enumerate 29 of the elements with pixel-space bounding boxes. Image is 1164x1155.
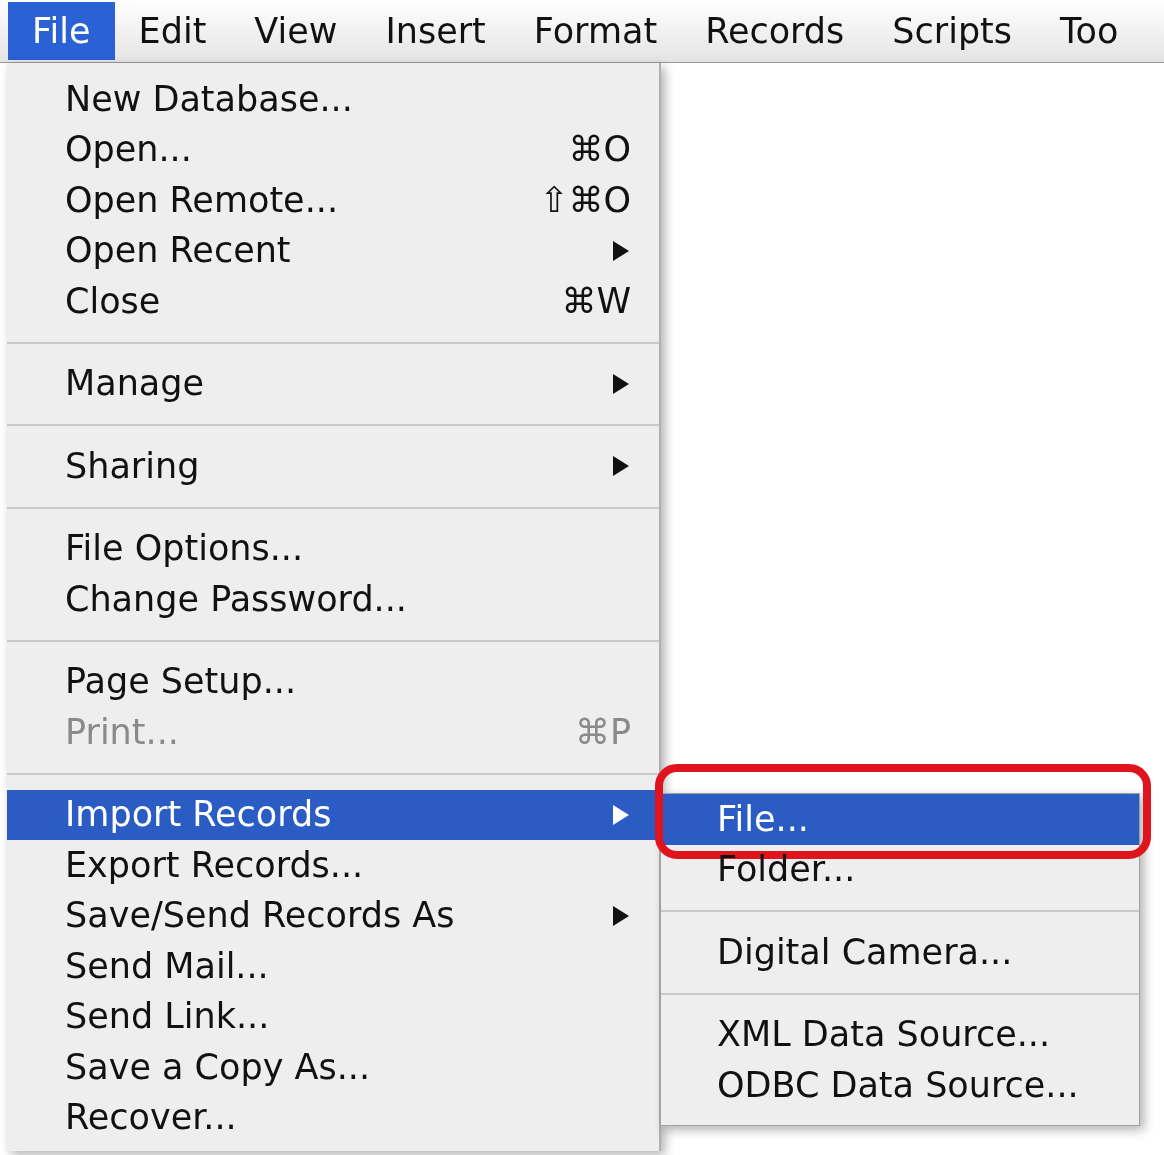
menu-item[interactable]: Digital Camera...	[661, 927, 1139, 978]
menu-item[interactable]: ODBC Data Source...	[661, 1060, 1139, 1111]
menu-item[interactable]: Folder...	[661, 844, 1139, 895]
menu-bar-item[interactable]: Insert	[361, 2, 510, 60]
menu-item[interactable]: Close ⌘W	[7, 276, 659, 327]
menu-bar-item[interactable]: Edit	[114, 2, 231, 60]
menu-item[interactable]: File...	[661, 794, 1139, 845]
menu-item[interactable]: Change Password...	[7, 574, 659, 625]
menu-item[interactable]: Save a Copy As...	[7, 1042, 659, 1093]
menu-bar-item[interactable]: View	[230, 2, 362, 60]
menu-bar-item[interactable]: File	[8, 2, 115, 60]
menu-item[interactable]: Open Remote... ⇧⌘O	[7, 175, 659, 226]
menu-bar-item[interactable]: Scripts	[868, 2, 1037, 60]
menu-item[interactable]: File Options...	[7, 523, 659, 574]
menu-item[interactable]: XML Data Source...	[661, 1009, 1139, 1060]
menu-item[interactable]: Send Mail...	[7, 941, 659, 992]
menu-item[interactable]: Recover...	[7, 1092, 659, 1143]
menu-bar-item[interactable]: Too	[1036, 2, 1143, 60]
menu-item[interactable]: Sharing	[7, 441, 659, 492]
menu-bar-item[interactable]: Format	[509, 2, 682, 60]
menu-item[interactable]: Manage	[7, 358, 659, 409]
menu-item[interactable]: Send Link...	[7, 991, 659, 1042]
menu-item[interactable]: Save/Send Records As	[7, 890, 659, 941]
menu-bar-item[interactable]: Records	[681, 2, 869, 60]
menu-item[interactable]: Page Setup...	[7, 656, 659, 707]
menu-item[interactable]: Export Records...	[7, 840, 659, 891]
menu-item[interactable]: New Database...	[7, 74, 659, 125]
menu-item[interactable]: Open... ⌘O	[7, 124, 659, 175]
menu-item[interactable]: Open Recent	[7, 225, 659, 276]
